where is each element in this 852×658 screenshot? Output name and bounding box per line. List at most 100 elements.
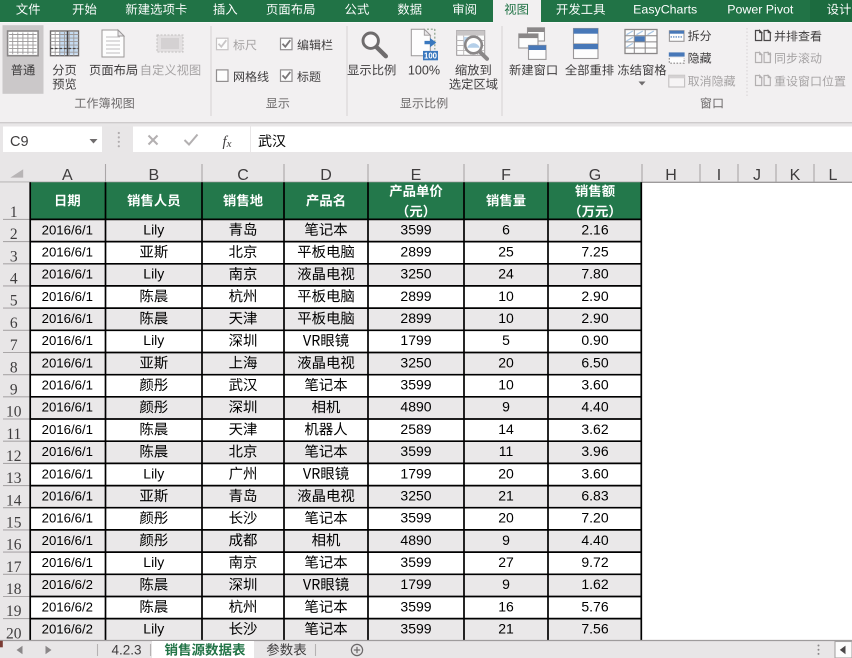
svg-text:9: 9 <box>502 576 510 592</box>
svg-text:2: 2 <box>10 226 18 243</box>
svg-text:Lily: Lily <box>143 221 164 237</box>
svg-text:L: L <box>829 167 838 184</box>
svg-text:2016/6/2: 2016/6/2 <box>42 599 93 614</box>
svg-text:6: 6 <box>10 315 18 332</box>
svg-text:9.72: 9.72 <box>581 554 608 570</box>
svg-text:16: 16 <box>6 537 22 554</box>
svg-text:3250: 3250 <box>400 488 431 504</box>
svg-text:F: F <box>501 167 511 184</box>
svg-text:4.2.3: 4.2.3 <box>111 643 141 658</box>
svg-text:3250: 3250 <box>400 266 431 282</box>
svg-text:2016/6/1: 2016/6/1 <box>42 511 93 526</box>
svg-text:2899: 2899 <box>400 244 431 260</box>
svg-text:21: 21 <box>498 621 514 637</box>
svg-text:11: 11 <box>6 426 21 443</box>
svg-text:2.16: 2.16 <box>581 221 608 237</box>
svg-text:14: 14 <box>498 421 514 437</box>
svg-text:20: 20 <box>498 465 514 481</box>
svg-text:2016/6/1: 2016/6/1 <box>42 533 93 548</box>
svg-text:10: 10 <box>498 377 514 393</box>
svg-text:D: D <box>320 167 332 184</box>
svg-text:2016/6/1: 2016/6/1 <box>42 422 93 437</box>
svg-text:3599: 3599 <box>400 510 431 526</box>
svg-text:6: 6 <box>502 221 510 237</box>
svg-text:2899: 2899 <box>400 310 431 326</box>
svg-text:100%: 100% <box>408 63 440 77</box>
svg-text:2016/6/1: 2016/6/1 <box>42 267 93 282</box>
svg-text:2.90: 2.90 <box>581 288 608 304</box>
svg-text:1: 1 <box>10 204 18 221</box>
svg-text:5.76: 5.76 <box>581 598 608 614</box>
svg-text:Lily: Lily <box>143 266 164 282</box>
svg-text:27: 27 <box>498 554 514 570</box>
svg-text:9: 9 <box>502 532 510 548</box>
svg-text:3250: 3250 <box>400 354 431 370</box>
svg-text:1799: 1799 <box>400 465 431 481</box>
svg-text:2016/6/1: 2016/6/1 <box>42 355 93 370</box>
svg-text:9: 9 <box>10 381 18 398</box>
svg-text:2.90: 2.90 <box>581 310 608 326</box>
svg-text:6.50: 6.50 <box>581 354 608 370</box>
svg-text:1.62: 1.62 <box>581 576 608 592</box>
svg-text:C: C <box>237 167 249 184</box>
svg-text:17: 17 <box>6 559 22 576</box>
svg-text:A: A <box>62 167 73 184</box>
svg-text:2016/6/1: 2016/6/1 <box>42 289 93 304</box>
svg-text:1799: 1799 <box>400 332 431 348</box>
svg-text:3.96: 3.96 <box>581 443 608 459</box>
svg-text:E: E <box>411 167 422 184</box>
svg-text:3599: 3599 <box>400 554 431 570</box>
svg-text:4890: 4890 <box>400 532 431 548</box>
svg-text:EasyCharts: EasyCharts <box>633 2 697 16</box>
svg-text:2016/6/2: 2016/6/2 <box>42 622 93 637</box>
svg-text:7.20: 7.20 <box>581 510 608 526</box>
svg-text:2016/6/1: 2016/6/1 <box>42 555 93 570</box>
svg-text:19: 19 <box>6 603 22 620</box>
svg-text:20: 20 <box>498 354 514 370</box>
svg-text:10: 10 <box>498 310 514 326</box>
svg-text:13: 13 <box>6 470 22 487</box>
svg-text:4.40: 4.40 <box>581 399 608 415</box>
svg-text:12: 12 <box>6 448 22 465</box>
svg-text:4: 4 <box>10 271 18 288</box>
svg-text:11: 11 <box>499 443 514 459</box>
svg-text:2016/6/2: 2016/6/2 <box>42 577 93 592</box>
svg-text:2016/6/1: 2016/6/1 <box>42 489 93 504</box>
svg-text:Lily: Lily <box>143 332 164 348</box>
svg-text:3599: 3599 <box>400 221 431 237</box>
svg-text:0.90: 0.90 <box>581 332 608 348</box>
svg-text:Lily: Lily <box>143 554 164 570</box>
svg-text:2016/6/1: 2016/6/1 <box>42 444 93 459</box>
svg-text:7.80: 7.80 <box>581 266 608 282</box>
svg-text:I: I <box>717 167 721 184</box>
svg-text:24: 24 <box>498 266 514 282</box>
svg-text:5: 5 <box>10 293 18 310</box>
svg-text:25: 25 <box>498 244 514 260</box>
svg-text:2016/6/1: 2016/6/1 <box>42 222 93 237</box>
svg-text:4890: 4890 <box>400 399 431 415</box>
svg-text:7.25: 7.25 <box>581 244 608 260</box>
svg-text:G: G <box>589 167 601 184</box>
svg-text:2016/6/1: 2016/6/1 <box>42 245 93 260</box>
svg-text:2016/6/1: 2016/6/1 <box>42 400 93 415</box>
svg-text:7: 7 <box>10 337 18 354</box>
svg-text:H: H <box>665 167 677 184</box>
svg-text:3599: 3599 <box>400 377 431 393</box>
svg-text:2016/6/1: 2016/6/1 <box>42 466 93 481</box>
svg-text:15: 15 <box>6 515 22 532</box>
svg-text:6.83: 6.83 <box>581 488 608 504</box>
svg-text:4.40: 4.40 <box>581 532 608 548</box>
svg-text:10: 10 <box>6 404 22 421</box>
svg-text:2016/6/1: 2016/6/1 <box>42 311 93 326</box>
svg-text:3599: 3599 <box>400 443 431 459</box>
svg-text:B: B <box>148 167 159 184</box>
svg-text:18: 18 <box>6 581 22 598</box>
svg-text:16: 16 <box>498 598 514 614</box>
svg-text:1799: 1799 <box>400 576 431 592</box>
svg-text:7.56: 7.56 <box>581 621 608 637</box>
svg-text:3.62: 3.62 <box>581 421 608 437</box>
svg-text:8: 8 <box>10 359 18 376</box>
svg-text:J: J <box>753 167 761 184</box>
svg-text:2016/6/1: 2016/6/1 <box>42 378 93 393</box>
svg-text:20: 20 <box>6 625 22 642</box>
